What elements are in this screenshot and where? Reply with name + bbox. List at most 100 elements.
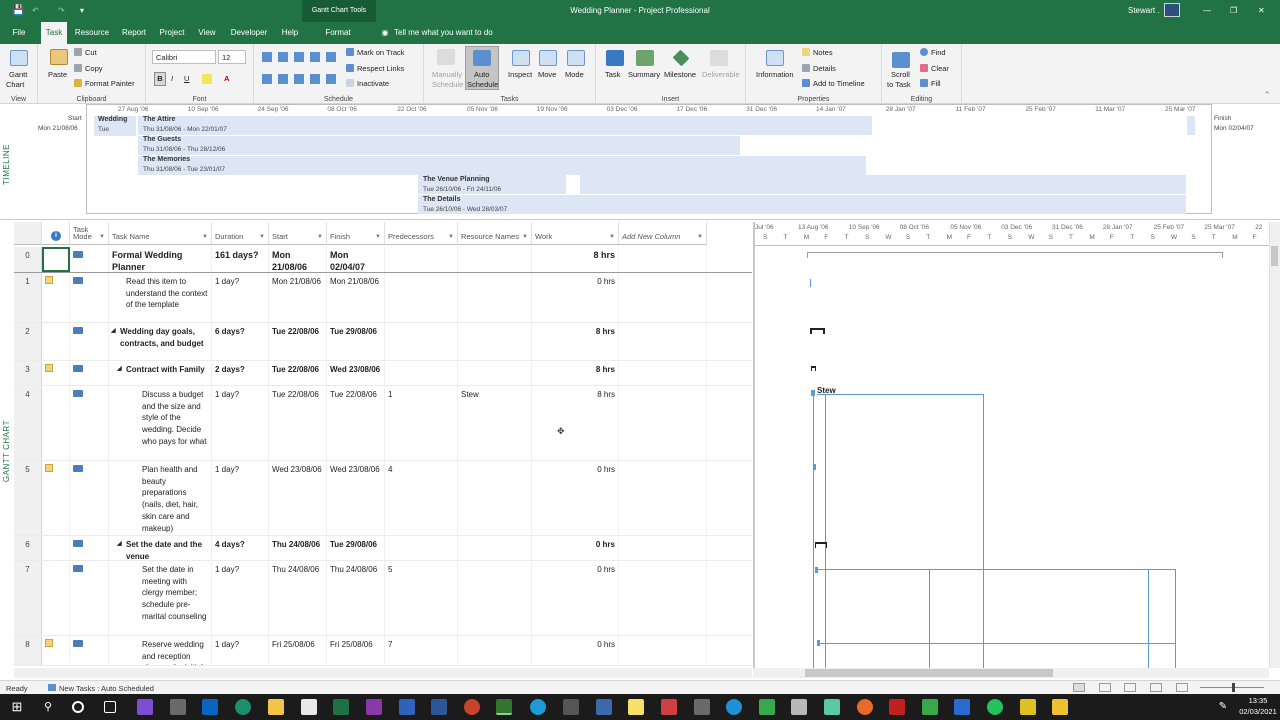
tab-project[interactable]: Project — [155, 22, 189, 44]
app-icon[interactable] — [661, 699, 677, 715]
column-header-task-name[interactable]: Task Name ▼ — [109, 222, 212, 245]
mode-button[interactable]: Mode — [565, 70, 584, 79]
info-cell[interactable] — [42, 247, 70, 272]
table-row[interactable]: 0 ◢Formal Wedding Planner161 days?Mon 21/… — [14, 247, 752, 273]
vertical-scrollbar-thumb[interactable] — [1271, 246, 1278, 266]
project-icon[interactable] — [496, 699, 512, 715]
insert-milestone-button[interactable]: Milestone — [664, 70, 696, 79]
visio-icon[interactable] — [399, 699, 415, 715]
close-icon[interactable]: ✕ — [1258, 0, 1265, 22]
tool-icon[interactable] — [563, 699, 579, 715]
tab-report[interactable]: Report — [118, 22, 150, 44]
add-new-column-cell[interactable] — [619, 636, 707, 665]
task-grid[interactable]: i Task Mode ▼ Task Name ▼ Duration ▼ Start ▼ … — [14, 222, 752, 668]
finish-cell[interactable]: Tue 22/08/06 — [327, 386, 385, 460]
task-mode-cell[interactable] — [70, 461, 109, 535]
task-name-cell[interactable]: Reserve wedding and reception sites; mak… — [109, 636, 212, 665]
powerpoint-icon[interactable] — [464, 699, 480, 715]
duration-cell[interactable]: 1 day? — [212, 273, 269, 322]
task-mode-cell[interactable] — [70, 536, 109, 560]
note-icon[interactable] — [45, 464, 53, 472]
zoom-slider-thumb[interactable] — [1232, 683, 1235, 692]
note-icon[interactable] — [45, 364, 53, 372]
column-header-add-new[interactable]: Add New Column ▼ — [619, 222, 707, 245]
details-button[interactable]: Details — [802, 64, 836, 73]
info-cell[interactable] — [42, 461, 70, 535]
row-id[interactable]: 3 — [14, 361, 42, 385]
scroll-to-task-icon[interactable] — [892, 52, 910, 68]
percent-complete-icons[interactable] — [262, 52, 338, 62]
tab-task[interactable]: Task — [41, 22, 67, 44]
chevron-down-icon[interactable]: ▼ — [448, 234, 454, 240]
info-cell[interactable] — [42, 361, 70, 385]
table-row[interactable]: 7 Set the date in meeting with clergy mem… — [14, 561, 752, 636]
task-icon[interactable] — [606, 50, 624, 66]
manually-schedule-button[interactable]: Manually — [432, 70, 462, 79]
scroll-to-task-button[interactable]: Scroll — [891, 70, 910, 79]
insert-task-button[interactable]: Task — [605, 70, 620, 79]
row-id[interactable]: 6 — [14, 536, 42, 560]
add-new-column-cell[interactable] — [619, 247, 707, 272]
column-header-finish[interactable]: Finish ▼ — [327, 222, 385, 245]
work-cell[interactable]: 8 hrs — [532, 247, 619, 272]
resource-names-cell[interactable] — [458, 636, 532, 665]
scroll-to-task-button-line2[interactable]: to Task — [887, 80, 911, 89]
resource-names-cell[interactable] — [458, 536, 532, 560]
add-new-column-cell[interactable] — [619, 386, 707, 460]
duration-cell[interactable]: 1 day? — [212, 561, 269, 635]
grid-horizontal-scrollbar[interactable] — [14, 668, 752, 678]
table-row[interactable]: 1 Read this item to understand the contex… — [14, 273, 752, 323]
predecessors-cell[interactable]: 4 — [385, 461, 458, 535]
row-id[interactable]: 5 — [14, 461, 42, 535]
start-cell[interactable]: Mon 21/08/06 — [269, 247, 327, 272]
column-header-task-mode[interactable]: Task Mode ▼ — [70, 222, 109, 245]
vertical-scrollbar[interactable] — [1269, 222, 1280, 668]
work-cell[interactable]: 0 hrs — [532, 536, 619, 560]
table-row[interactable]: 6 ◢ Set the date and the venue 4 days? Thu 2… — [14, 536, 752, 561]
timeline-bar-attire[interactable] — [138, 116, 872, 135]
work-cell[interactable]: 8 hrs — [532, 361, 619, 385]
app-icon[interactable] — [759, 699, 775, 715]
info-cell[interactable] — [42, 273, 70, 322]
copy-button[interactable]: Copy — [74, 64, 103, 73]
table-row[interactable]: 5 Plan health and beauty preparations (na… — [14, 461, 752, 536]
insert-deliverable-button[interactable]: Deliverable — [702, 70, 740, 79]
duration-cell[interactable]: 1 day? — [212, 461, 269, 535]
gantt-chart-pane[interactable]: Jul '06 13 Aug '06 10 Sep '06 08 Oct '06 05 … — [753, 222, 1269, 668]
mode-icon[interactable] — [567, 50, 585, 66]
chevron-down-icon[interactable]: ▼ — [317, 234, 323, 240]
finish-cell[interactable]: Tue 29/08/06 — [327, 323, 385, 360]
row-id[interactable]: 4 — [14, 386, 42, 460]
finish-cell[interactable]: Mon 02/04/07 — [327, 247, 385, 272]
task-bar[interactable] — [815, 567, 818, 573]
start-cell[interactable]: Mon 21/08/06 — [269, 273, 327, 322]
font-color-icon[interactable]: A — [224, 72, 229, 86]
resource-names-cell[interactable] — [458, 323, 532, 360]
notes-button[interactable]: Notes — [802, 48, 833, 57]
table-row[interactable]: 2 ◢ Wedding day goals, contracts, and budg… — [14, 323, 752, 361]
duration-cell[interactable]: 6 days? — [212, 323, 269, 360]
duration-cell[interactable]: 1 day? — [212, 386, 269, 460]
clock-time[interactable]: 13:35 — [1238, 696, 1278, 705]
move-icon[interactable] — [539, 50, 557, 66]
remote-icon[interactable] — [694, 699, 710, 715]
inspect-button[interactable]: Inspect — [508, 70, 532, 79]
finish-cell[interactable]: Wed 23/08/06 — [327, 461, 385, 535]
duration-cell[interactable]: 2 days? — [212, 361, 269, 385]
avatar[interactable] — [1164, 3, 1180, 17]
work-cell[interactable]: 0 hrs — [532, 273, 619, 322]
move-button[interactable]: Move — [538, 70, 556, 79]
app-icon[interactable] — [791, 699, 807, 715]
work-cell[interactable]: 0 hrs — [532, 461, 619, 535]
row-id[interactable]: 8 — [14, 636, 42, 665]
finish-cell[interactable]: Thu 24/08/06 — [327, 561, 385, 635]
column-header-work[interactable]: Work ▼ — [532, 222, 619, 245]
inspect-icon[interactable] — [512, 50, 530, 66]
resource-names-cell[interactable] — [458, 273, 532, 322]
app-icon[interactable] — [824, 699, 840, 715]
column-header-info[interactable]: i — [42, 222, 70, 245]
tab-developer[interactable]: Developer — [227, 22, 271, 44]
add-new-column-cell[interactable] — [619, 461, 707, 535]
row-id[interactable]: 1 — [14, 273, 42, 322]
cortana-icon[interactable] — [72, 701, 84, 713]
